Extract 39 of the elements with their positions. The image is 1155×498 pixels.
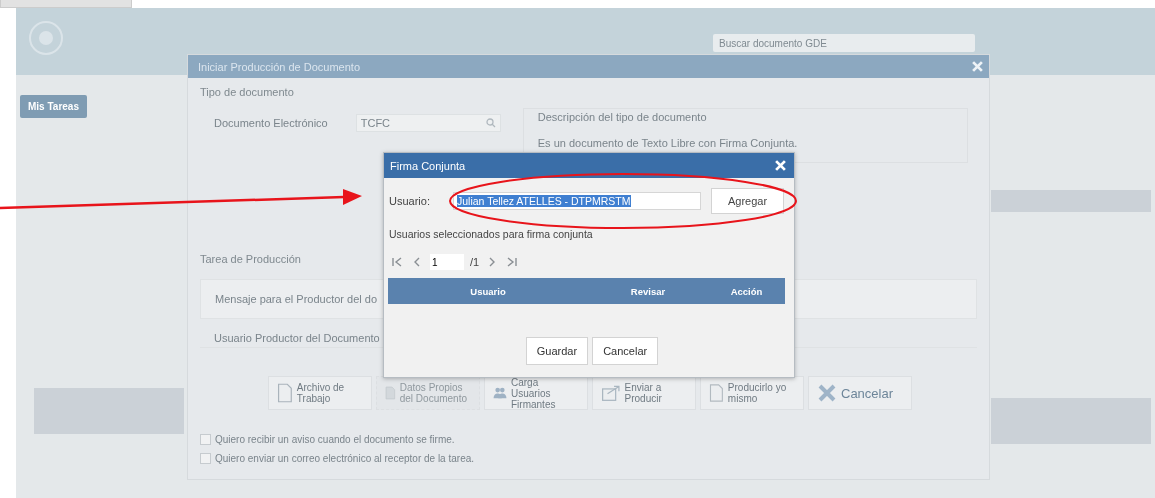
document-icon xyxy=(709,381,724,405)
dialog-title: Iniciar Producción de Documento xyxy=(198,60,362,73)
last-page-icon[interactable] xyxy=(505,255,520,269)
cross-icon xyxy=(817,383,837,403)
description-text: Es un documento de Texto Libre con Firma Conjunta. xyxy=(537,137,799,149)
column-header: Acción xyxy=(729,285,764,297)
tab[interactable]: Mis Tareas xyxy=(20,95,87,118)
search-field[interactable]: Buscar documento GDE xyxy=(713,34,975,52)
first-page-icon[interactable] xyxy=(390,255,404,269)
section-label: Usuarios seleccionados para firma conjunta xyxy=(388,227,594,240)
document-type-field[interactable]: TCFC xyxy=(355,114,501,132)
checkbox[interactable] xyxy=(200,434,211,445)
document-icon xyxy=(277,381,293,405)
field-label: Documento Electrónico xyxy=(214,117,328,129)
column-header: Revisar xyxy=(629,285,667,297)
dialog-button[interactable]: Cancelar xyxy=(592,337,659,365)
close-icon[interactable] xyxy=(972,61,983,72)
action-button[interactable]: Enviar a Producir xyxy=(592,376,696,410)
field-label: Usuario Productor del Documento xyxy=(214,332,380,344)
page-field[interactable]: 1 xyxy=(430,254,464,270)
add-button[interactable]: Agregar xyxy=(711,188,784,214)
action-button[interactable]: Carga Usuarios Firmantes xyxy=(484,376,588,410)
action-button[interactable]: Producirlo yo mismo xyxy=(700,376,804,410)
checkbox-label: Quiero enviar un correo electrónico al receptor de la tarea. xyxy=(215,453,475,464)
search-icon xyxy=(485,118,496,128)
field-label: Mensaje para el Productor del do xyxy=(215,293,378,305)
user-field[interactable]: Julian Tellez ATELLES - DTPMRSTM xyxy=(453,192,701,210)
section-title: Tipo de documento xyxy=(200,86,294,98)
panel-legend: Descripción del tipo de documento xyxy=(537,111,953,123)
section-title: Tarea de Producción xyxy=(200,253,301,265)
field-label: Usuario: xyxy=(389,195,431,207)
action-button[interactable]: Cancelar xyxy=(808,376,912,410)
page-total: /1 xyxy=(470,256,480,268)
checkbox-label: Quiero recibir un aviso cuando el documento se firme. xyxy=(215,434,455,445)
column-header: Usuario xyxy=(469,285,507,297)
dialog-title: Firma Conjunta xyxy=(390,159,467,172)
dialog-button[interactable]: Guardar xyxy=(525,337,589,365)
action-button[interactable]: Archivo de Trabajo xyxy=(268,376,372,410)
checkbox[interactable] xyxy=(200,453,211,464)
